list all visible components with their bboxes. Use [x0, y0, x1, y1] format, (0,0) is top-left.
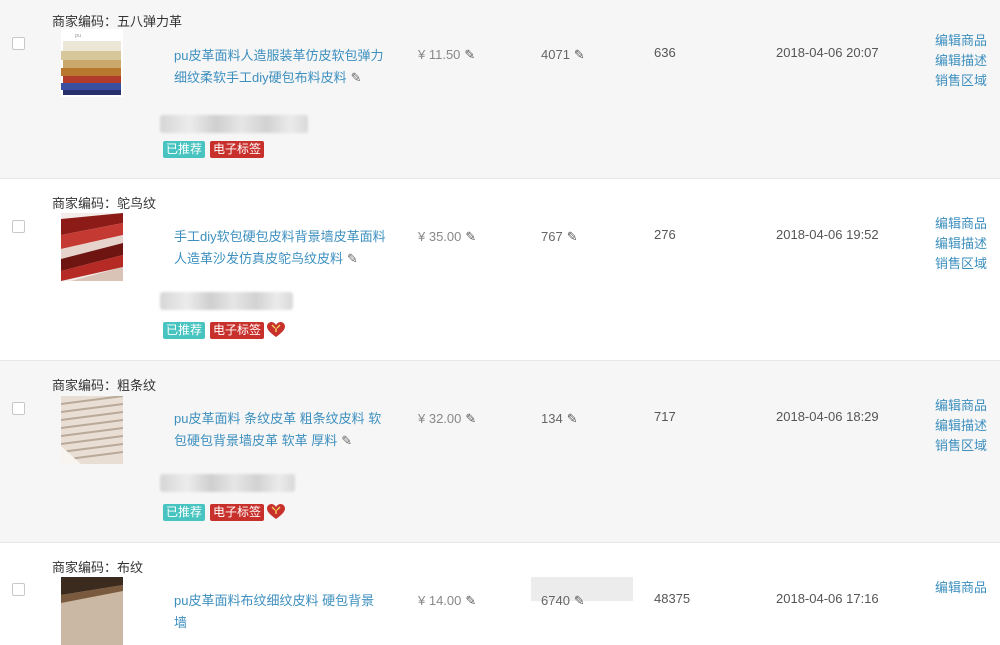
merchant-code: 商家编码：鸵鸟纹 [52, 196, 157, 211]
product-row: 商家编码：粗条纹 pu皮革面料 条纹皮革 粗条纹皮料 软包硬包背景墙皮革 软革 … [0, 361, 1000, 543]
blurred-info [160, 115, 308, 133]
product-title-link[interactable]: pu皮革面料 条纹皮革 粗条纹皮料 软包硬包背景墙皮革 软革 厚料 ✎ [174, 408, 386, 452]
stock-field[interactable]: 6740 ✎ [541, 593, 585, 609]
product-row: 商家编码：鸵鸟纹 手工diy软包硬包皮料背景墙皮革面料人造革沙发仿真皮鸵鸟纹皮料… [0, 179, 1000, 361]
edit-pencil-icon[interactable]: ✎ [465, 593, 476, 608]
listing-date: 2018-04-06 18:29 [776, 409, 879, 424]
edit-pencil-icon[interactable]: ✎ [341, 433, 352, 448]
sold-count: 636 [654, 45, 676, 60]
stock-value: 6740 [541, 593, 570, 608]
listing-date: 2018-04-06 17:16 [776, 591, 879, 606]
price-field[interactable]: ¥ 35.00 ✎ [418, 229, 476, 245]
edit-product-link[interactable]: 编辑商品 [935, 214, 995, 234]
sold-count: 717 [654, 409, 676, 424]
row-actions: 编辑商品 编辑描述 销售区域 [935, 214, 995, 274]
product-thumbnail[interactable] [61, 213, 123, 281]
edit-product-link[interactable]: 编辑商品 [935, 31, 995, 51]
recommended-tag: 已推荐 [163, 141, 206, 158]
row-checkbox[interactable] [12, 220, 25, 233]
leather-swatch-multicolor-thumb-icon: pu [61, 29, 123, 97]
sales-region-link[interactable]: 销售区域 [935, 254, 995, 274]
electronic-label-tag: 电子标签 [210, 504, 265, 521]
electronic-label-tag: 电子标签 [210, 322, 265, 339]
edit-pencil-icon[interactable]: ✎ [567, 229, 578, 244]
recommended-tag: 已推荐 [163, 504, 206, 521]
product-list: 商家编码：五八弹力革 pu pu皮革面料人造服装革仿皮软包弹力细纹柔软手工diy… [0, 0, 1000, 645]
stock-field[interactable]: 4071 ✎ [541, 47, 585, 63]
product-thumbnail[interactable] [61, 577, 123, 645]
edit-pencil-icon[interactable]: ✎ [465, 411, 476, 426]
merchant-code: 商家编码：布纹 [52, 560, 144, 575]
price-value: ¥ 14.00 [418, 593, 462, 608]
merchant-code: 商家编码：五八弹力革 [52, 14, 183, 29]
sold-count: 48375 [654, 591, 691, 606]
product-title-link[interactable]: 手工diy软包硬包皮料背景墙皮革面料人造革沙发仿真皮鸵鸟纹皮料 ✎ [174, 226, 386, 270]
striped-leather-thumb-icon [61, 396, 123, 464]
svg-text:pu: pu [75, 33, 81, 39]
blurred-info [160, 474, 295, 492]
edit-pencil-icon[interactable]: ✎ [347, 251, 358, 266]
edit-product-link[interactable]: 编辑商品 [935, 578, 995, 598]
blurred-info [160, 292, 293, 310]
listing-date: 2018-04-06 19:52 [776, 227, 879, 242]
edit-description-link[interactable]: 编辑描述 [935, 51, 995, 71]
stock-value: 4071 [541, 47, 570, 62]
listing-date: 2018-04-06 20:07 [776, 45, 879, 60]
price-field[interactable]: ¥ 14.00 ✎ [418, 593, 476, 609]
cloth-grain-leather-thumb-icon [61, 577, 123, 645]
sales-region-link[interactable]: 销售区域 [935, 71, 995, 91]
heart-badge-icon [267, 322, 285, 337]
product-thumbnail[interactable] [61, 396, 123, 464]
electronic-label-tag: 电子标签 [210, 141, 265, 158]
price-value: ¥ 11.50 [418, 47, 461, 62]
edit-pencil-icon[interactable]: ✎ [567, 411, 578, 426]
row-actions: 编辑商品 编辑描述 销售区域 [935, 396, 995, 456]
recommended-tag: 已推荐 [163, 322, 206, 339]
price-field[interactable]: ¥ 32.00 ✎ [418, 411, 476, 427]
product-title-link[interactable]: pu皮革面料布纹细纹皮料 硬包背景墙 [174, 590, 386, 634]
stock-field[interactable]: 767 ✎ [541, 229, 578, 245]
row-actions: 编辑商品 编辑描述 销售区域 [935, 31, 995, 91]
edit-description-link[interactable]: 编辑描述 [935, 234, 995, 254]
stock-value: 134 [541, 411, 563, 426]
product-title[interactable]: pu皮革面料布纹细纹皮料 硬包背景墙 [174, 593, 374, 630]
product-row: 商家编码：五八弹力革 pu pu皮革面料人造服装革仿皮软包弹力细纹柔软手工diy… [0, 0, 1000, 179]
row-checkbox[interactable] [12, 402, 25, 415]
edit-product-link[interactable]: 编辑商品 [935, 396, 995, 416]
edit-pencil-icon[interactable]: ✎ [574, 593, 585, 608]
sold-count: 276 [654, 227, 676, 242]
price-field[interactable]: ¥ 11.50 ✎ [418, 47, 475, 63]
edit-pencil-icon[interactable]: ✎ [465, 229, 476, 244]
edit-description-link[interactable]: 编辑描述 [935, 416, 995, 436]
row-checkbox[interactable] [12, 583, 25, 596]
product-title-link[interactable]: pu皮革面料人造服装革仿皮软包弹力细纹柔软手工diy硬包布料皮料 ✎ [174, 45, 386, 89]
price-value: ¥ 35.00 [418, 229, 462, 244]
heart-badge-icon [267, 504, 285, 519]
product-row: 商家编码：布纹 pu皮革面料布纹细纹皮料 硬包背景墙 ¥ 14.00 ✎ 6740… [0, 543, 1000, 645]
edit-pencil-icon[interactable]: ✎ [351, 70, 362, 85]
row-checkbox[interactable] [12, 37, 25, 50]
stock-field[interactable]: 134 ✎ [541, 411, 578, 427]
edit-pencil-icon[interactable]: ✎ [464, 47, 475, 62]
product-thumbnail[interactable]: pu [61, 29, 123, 97]
row-actions: 编辑商品 [935, 578, 995, 598]
stock-value: 767 [541, 229, 563, 244]
merchant-code: 商家编码：粗条纹 [52, 378, 157, 393]
edit-pencil-icon[interactable]: ✎ [574, 47, 585, 62]
ostrich-leather-red-thumb-icon [61, 213, 123, 281]
sales-region-link[interactable]: 销售区域 [935, 436, 995, 456]
price-value: ¥ 32.00 [418, 411, 462, 426]
